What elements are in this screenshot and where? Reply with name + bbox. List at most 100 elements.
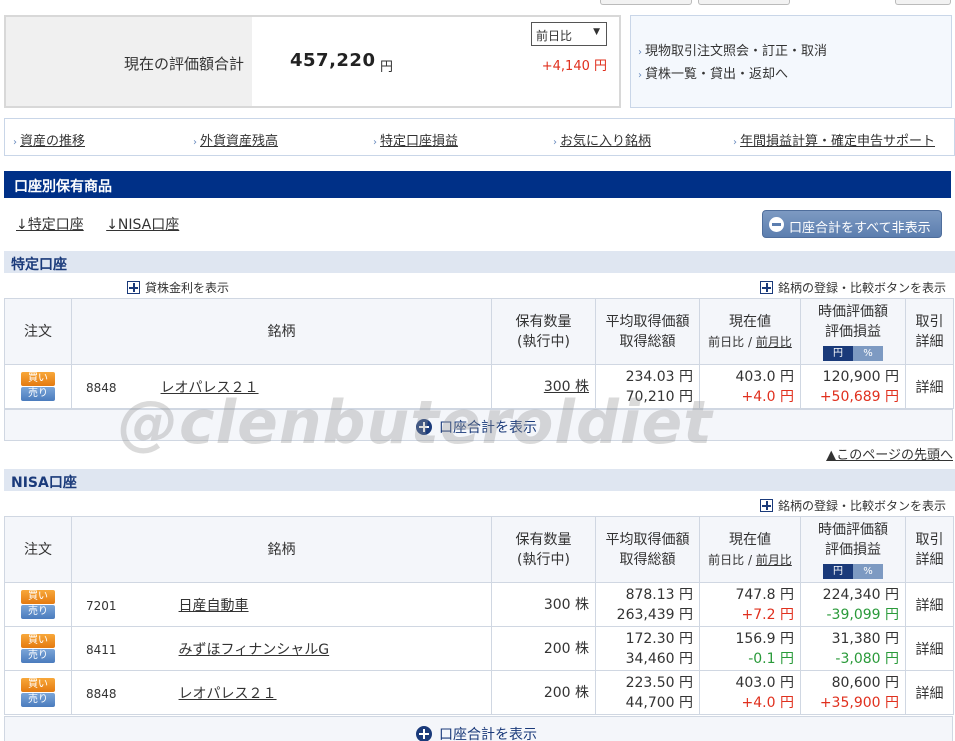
buy-button[interactable]: 買い: [21, 590, 55, 604]
arrow-right-icon: ›: [13, 137, 17, 148]
detail-link[interactable]: 詳細: [916, 642, 944, 658]
stock-code: 8848: [86, 380, 117, 395]
account-anchors: ↓特定口座 ↓NISA口座: [16, 214, 197, 234]
detail-link[interactable]: 詳細: [916, 598, 944, 614]
arrow-right-icon: ›: [553, 137, 557, 148]
buy-button[interactable]: 買い: [21, 634, 55, 648]
plus-square-icon: [127, 281, 140, 294]
valuation-unit: 円: [380, 60, 394, 75]
stock-name-link[interactable]: 日産自動車: [179, 598, 249, 614]
buy-button[interactable]: 買い: [21, 678, 55, 692]
price-cell: 403.0 円 +4.0 円: [699, 364, 801, 409]
stock-name-link[interactable]: レオパレス２１: [161, 380, 259, 396]
top-tab[interactable]: [698, 0, 790, 5]
nisa-holdings-table: 注文 銘柄 保有数量 (執行中) 平均取得価額 取得総額 現在値 前日比 / 前月比 …: [4, 516, 954, 715]
plus-circle-icon: [416, 419, 432, 435]
avg-cell: 234.03 円 70,210 円: [595, 364, 700, 409]
stock-name-link[interactable]: みずほフィナンシャルG: [179, 642, 330, 658]
show-total-button[interactable]: 口座合計を表示: [416, 417, 537, 437]
show-lending-rate-link[interactable]: 貸株金利を表示: [127, 279, 229, 296]
order-cell: 買い 売り: [4, 626, 72, 671]
col-value: 時価評価額 評価損益円%: [800, 298, 906, 365]
sell-button[interactable]: 売り: [21, 387, 55, 401]
col-qty: 保有数量 (執行中): [491, 516, 596, 583]
sell-button[interactable]: 売り: [21, 605, 55, 619]
order-cell: 買い 売り: [4, 670, 72, 715]
show-compare-buttons-link[interactable]: 銘柄の登録・比較ボタンを表示: [760, 279, 946, 296]
chevron-down-icon: ▼: [593, 27, 600, 37]
page-top-link[interactable]: ▲このページの先頭へ: [826, 444, 953, 463]
top-tab[interactable]: [600, 0, 692, 5]
tokutei-account-title: 特定口座: [4, 251, 955, 273]
col-name: 銘柄: [71, 298, 492, 365]
stock-name-link[interactable]: レオパレス２１: [179, 686, 277, 702]
value-cell: 224,340 円 -39,099 円: [800, 582, 906, 627]
show-total-button[interactable]: 口座合計を表示: [416, 724, 537, 741]
col-order: 注文: [4, 298, 72, 365]
top-tab[interactable]: [895, 0, 951, 5]
col-price: 現在値 前日比 / 前月比: [699, 298, 801, 365]
avg-cell: 223.50 円 44,700 円: [595, 670, 700, 715]
show-compare-buttons-link-nisa[interactable]: 銘柄の登録・比較ボタンを表示: [760, 497, 946, 514]
valuation-label-cell: 現在の評価額合計: [6, 17, 252, 106]
tokutei-total-row: 口座合計を表示: [4, 409, 953, 441]
table-header-row: 注文 銘柄 保有数量 (執行中) 平均取得価額 取得総額 現在値 前日比 / 前月比 …: [4, 298, 954, 365]
col-price: 現在値 前日比 / 前月比: [699, 516, 801, 583]
side-link-orders[interactable]: › 現物取引注文照会・訂正・取消: [638, 41, 951, 64]
col-detail: 取引 詳細: [905, 516, 954, 583]
arrow-right-icon: ›: [373, 137, 377, 148]
tokutei-holdings-table: 注文 銘柄 保有数量 (執行中) 平均取得価額 取得総額 現在値 前日比 / 前月比 …: [4, 298, 954, 409]
anchor-tokutei[interactable]: ↓特定口座: [16, 217, 84, 233]
price-cell: 156.9 円 -0.1 円: [699, 626, 801, 671]
yen-percent-toggle[interactable]: 円%: [823, 563, 883, 579]
nisa-account-title: NISA口座: [4, 469, 955, 491]
qty-link[interactable]: 300 株: [544, 379, 589, 395]
sort-monthly-link[interactable]: 前月比: [756, 553, 792, 567]
name-cell: 7201 日産自動車: [71, 582, 492, 627]
col-avg: 平均取得価額 取得総額: [595, 516, 700, 583]
avg-cell: 172.30 円 34,460 円: [595, 626, 700, 671]
valuation-amount: 457,220: [290, 50, 376, 71]
detail-link[interactable]: 詳細: [916, 380, 944, 396]
value-cell: 80,600 円 +35,900 円: [800, 670, 906, 715]
avg-cell: 878.13 円 263,439 円: [595, 582, 700, 627]
name-cell: 8411 みずほフィナンシャルG: [71, 626, 492, 671]
table-row: 買い 売り 7201 日産自動車 300 株 878.13 円 263,439 円 7…: [4, 582, 954, 627]
detail-link[interactable]: 詳細: [916, 686, 944, 702]
detail-cell: 詳細: [905, 670, 954, 715]
sell-button[interactable]: 売り: [21, 693, 55, 707]
col-detail: 取引 詳細: [905, 298, 954, 365]
qty-cell: 200 株: [491, 626, 596, 671]
order-cell: 買い 売り: [4, 364, 72, 409]
sell-button[interactable]: 売り: [21, 649, 55, 663]
value-cell: 120,900 円 +50,689 円: [800, 364, 906, 409]
detail-cell: 詳細: [905, 626, 954, 671]
sort-monthly-link[interactable]: 前月比: [756, 335, 792, 349]
asset-link-bar: › 資産の推移 › 外貨資産残高 › 特定口座損益 › お気に入り銘柄 › 年間損益計算・…: [4, 118, 955, 156]
table-row: 買い 売り 8411 みずほフィナンシャルG 200 株 172.30 円 34,46…: [4, 626, 954, 671]
link-foreign-assets[interactable]: › 外貨資産残高: [193, 130, 278, 149]
col-value: 時価評価額 評価損益円%: [800, 516, 906, 583]
compare-select[interactable]: 前日比 ▼: [531, 22, 607, 46]
link-annual-tax[interactable]: › 年間損益計算・確定申告サポート: [733, 130, 935, 149]
stock-code: 8848: [86, 686, 117, 701]
side-link-lending[interactable]: › 貸株一覧・貸出・返却へ: [638, 64, 951, 87]
link-tokutei-pl[interactable]: › 特定口座損益: [373, 130, 458, 149]
qty-cell: 200 株: [491, 670, 596, 715]
buy-button[interactable]: 買い: [21, 372, 55, 386]
plus-square-icon: [760, 281, 773, 294]
hide-all-totals-button[interactable]: 口座合計をすべて非表示: [762, 210, 942, 238]
link-asset-history[interactable]: › 資産の推移: [13, 130, 85, 149]
stock-code: 7201: [86, 598, 117, 613]
name-cell: 8848 レオパレス２１: [71, 364, 492, 409]
col-name: 銘柄: [71, 516, 492, 583]
anchor-nisa[interactable]: ↓NISA口座: [106, 217, 179, 233]
yen-percent-toggle[interactable]: 円%: [823, 345, 883, 361]
link-favorites[interactable]: › お気に入り銘柄: [553, 130, 651, 149]
arrow-right-icon: ›: [733, 137, 737, 148]
qty-cell: 300 株: [491, 364, 596, 409]
minus-circle-icon: [769, 217, 784, 232]
name-cell: 8848 レオパレス２１: [71, 670, 492, 715]
top-tab-strip: [600, 0, 955, 6]
plus-square-icon: [760, 499, 773, 512]
